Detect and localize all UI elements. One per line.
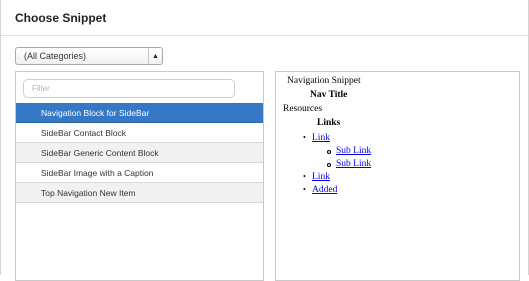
preview-resources: Resources [283, 104, 323, 114]
snippet-list-panel: Navigation Block for SideBar SideBar Con… [15, 71, 264, 281]
circle-bullet-icon [327, 150, 331, 154]
choose-snippet-dialog: Choose Snippet (All Categories) ▲ Naviga… [0, 0, 529, 281]
circle-bullet-icon [327, 163, 331, 167]
snippet-item-navigation-block[interactable]: Navigation Block for SideBar [16, 103, 263, 123]
category-select-value: (All Categories) [24, 51, 87, 61]
snippet-item-sidebar-generic-content[interactable]: SideBar Generic Content Block [16, 143, 263, 163]
snippet-item-top-navigation-new-item[interactable]: Top Navigation New Item [16, 183, 263, 203]
preview-link-1[interactable]: Link [312, 133, 330, 143]
bullet-icon: • [303, 172, 306, 181]
preview-links-heading: Links [317, 118, 341, 128]
preview-nav-title: Nav Title [310, 90, 348, 100]
select-arrows-icon: ▲ [148, 48, 162, 64]
snippet-item-sidebar-contact[interactable]: SideBar Contact Block [16, 123, 263, 143]
preview-added-link[interactable]: Added [312, 185, 337, 195]
bullet-icon: • [303, 133, 306, 142]
dialog-title: Choose Snippet [15, 11, 107, 25]
snippet-list: Navigation Block for SideBar SideBar Con… [16, 103, 263, 203]
filter-input[interactable] [23, 79, 235, 98]
dialog-header: Choose Snippet [1, 0, 528, 36]
preview-heading: Navigation Snippet [287, 76, 361, 86]
category-select[interactable]: (All Categories) ▲ [15, 47, 163, 65]
preview-sub-link-2[interactable]: Sub Link [336, 159, 371, 169]
bullet-icon: • [303, 185, 306, 194]
preview-sub-link-1[interactable]: Sub Link [336, 146, 371, 156]
snippet-preview-panel: Navigation Snippet Nav Title Resources L… [275, 71, 520, 281]
snippet-item-sidebar-image-caption[interactable]: SideBar Image with a Caption [16, 163, 263, 183]
preview-link-2[interactable]: Link [312, 172, 330, 182]
